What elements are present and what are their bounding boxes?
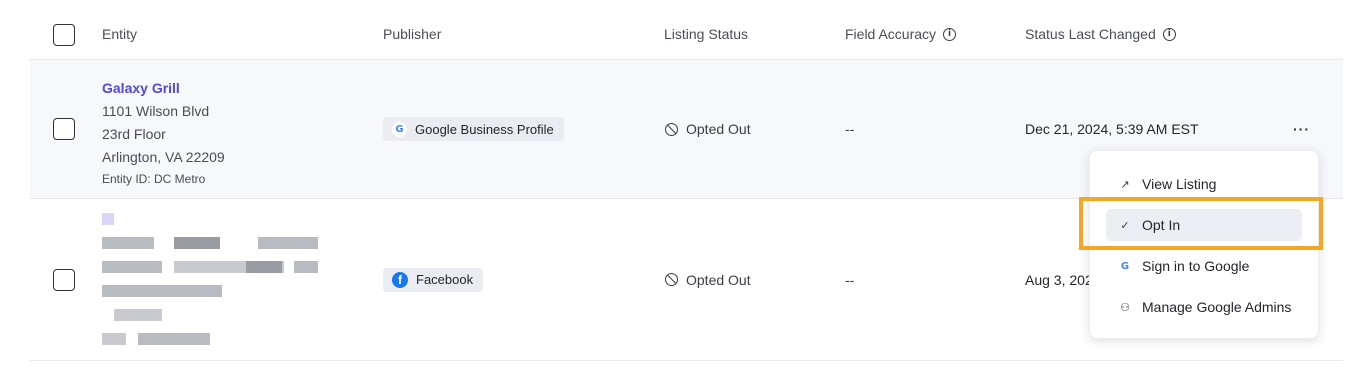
redacted-block: [246, 261, 282, 273]
menu-item-opt-in[interactable]: ✓ Opt In: [1106, 209, 1302, 241]
entity-address-line: Arlington, VA 22209: [102, 149, 225, 165]
table-header: Entity Publisher Listing Status Field Ac…: [30, 0, 1343, 60]
row-checkbox[interactable]: [53, 118, 75, 140]
field-accuracy-value: --: [845, 121, 855, 137]
menu-item-manage-google-admins[interactable]: ⚇ Manage Google Admins: [1106, 291, 1302, 323]
redacted-block: [138, 333, 210, 345]
select-all-checkbox[interactable]: [53, 24, 75, 46]
check-icon: ✓: [1120, 218, 1130, 232]
row-actions-menu: ↗ View Listing ✓ Opt In G Sign in to Goo…: [1089, 150, 1319, 339]
entity-cell: Galaxy Grill 1101 Wilson Blvd 23rd Floor…: [102, 77, 225, 190]
more-actions-icon[interactable]: ···: [1293, 122, 1310, 136]
publisher-badge: f Facebook: [383, 267, 484, 292]
redacted-block: [102, 333, 126, 345]
google-icon: G: [1120, 260, 1130, 272]
opted-out-icon: [665, 122, 678, 136]
google-icon: G: [392, 121, 407, 137]
publisher-label: Google Business Profile: [415, 121, 554, 137]
entity-address-line: 1101 Wilson Blvd: [102, 103, 210, 119]
redacted-block: [102, 261, 162, 273]
redacted-block: [174, 237, 220, 249]
info-icon[interactable]: i: [943, 27, 957, 41]
external-link-icon: ↗: [1120, 177, 1130, 191]
listing-status: Opted Out: [665, 272, 751, 288]
listing-status-label: Opted Out: [686, 271, 751, 288]
column-header-status-last-changed[interactable]: Status Last Changed i: [1025, 26, 1176, 42]
redacted-block: [258, 237, 318, 249]
opted-out-icon: [665, 273, 678, 286]
listing-status-label: Opted Out: [686, 121, 751, 137]
field-accuracy-value: --: [845, 271, 855, 288]
entity-address-line: 23rd Floor: [102, 126, 166, 142]
column-header-publisher[interactable]: Publisher: [383, 26, 441, 42]
status-last-changed-value: Aug 3, 202: [1025, 271, 1093, 288]
publisher-badge: G Google Business Profile: [383, 117, 564, 141]
menu-item-sign-in-to-google[interactable]: G Sign in to Google: [1106, 250, 1302, 282]
status-last-changed-value: Dec 21, 2024, 5:39 AM EST: [1025, 121, 1199, 137]
redacted-block: [102, 285, 222, 297]
info-icon[interactable]: i: [1162, 27, 1176, 41]
row-checkbox[interactable]: [53, 268, 75, 291]
redacted-block: [294, 261, 318, 273]
menu-item-view-listing[interactable]: ↗ View Listing: [1106, 168, 1302, 200]
facebook-icon: f: [392, 271, 408, 288]
entity-id: Entity ID: DC Metro: [102, 172, 206, 186]
redacted-block: [102, 237, 154, 249]
entity-name-link[interactable]: Galaxy Grill: [102, 77, 225, 100]
redacted-block: [114, 309, 162, 321]
redacted-block: [102, 213, 114, 225]
column-header-listing-status[interactable]: Listing Status: [664, 26, 748, 42]
column-header-entity[interactable]: Entity: [102, 26, 137, 42]
column-header-field-accuracy[interactable]: Field Accuracy i: [845, 26, 957, 42]
publisher-label: Facebook: [416, 272, 474, 287]
admins-icon: ⚇: [1120, 300, 1130, 314]
listing-status: Opted Out: [665, 121, 751, 137]
